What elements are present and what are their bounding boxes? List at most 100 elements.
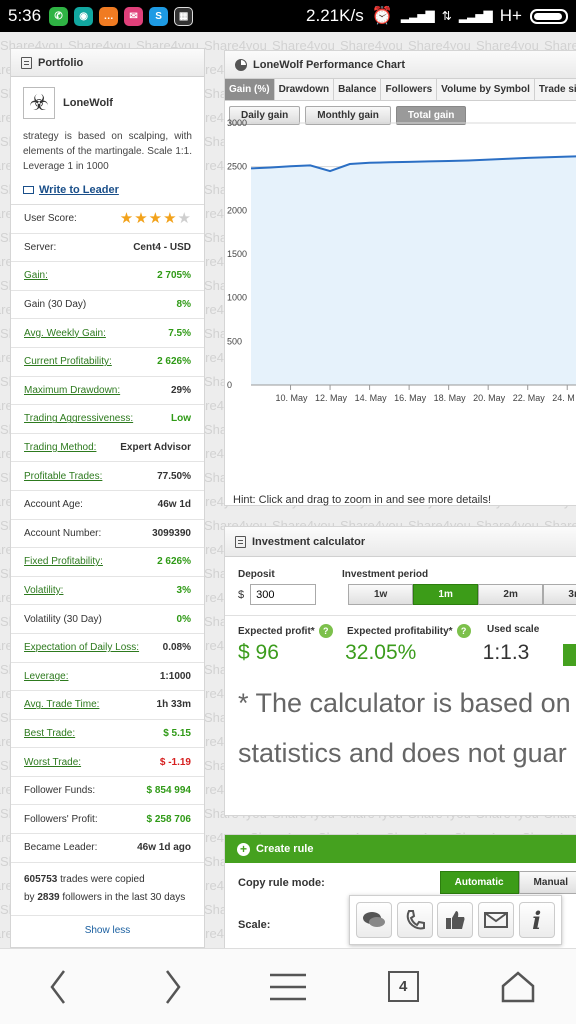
stat-label[interactable]: Trading Method: bbox=[24, 442, 96, 453]
stat-label[interactable]: Gain: bbox=[24, 270, 48, 281]
chevron-right-icon bbox=[165, 969, 181, 1004]
tab-count: 4 bbox=[387, 971, 419, 1002]
stat-row: Server: Cent4 - USD bbox=[11, 234, 204, 263]
currency-symbol: $ bbox=[238, 588, 245, 601]
stat-label[interactable]: Expectation of Daily Loss: bbox=[24, 642, 139, 653]
status-time: 5:36 bbox=[8, 6, 42, 25]
email-icon bbox=[484, 912, 509, 928]
menu-button[interactable] bbox=[263, 962, 313, 1012]
info-button[interactable]: i bbox=[518, 902, 555, 938]
pie-chart-icon bbox=[235, 58, 247, 71]
copy-mode-selector: Automatic Manual bbox=[439, 871, 576, 894]
copy-mode-option[interactable]: Automatic bbox=[439, 871, 519, 894]
area-fill bbox=[251, 156, 576, 385]
stat-row: Follower Funds: $ 854 994 bbox=[11, 777, 204, 806]
stat-row: Volatility (30 Day) 0% bbox=[11, 605, 204, 634]
x-tick-label: 24. M bbox=[552, 393, 575, 403]
stat-label[interactable]: Avg. Trade Time: bbox=[24, 699, 99, 710]
stat-label[interactable]: Best Trade: bbox=[24, 728, 75, 739]
period-option[interactable]: 1m bbox=[413, 584, 479, 605]
stat-row: Profitable Trades: 77.50% bbox=[11, 462, 204, 491]
x-tick-label: 10. May bbox=[276, 393, 309, 403]
tabs-button[interactable]: 4 bbox=[378, 962, 428, 1012]
call-button[interactable] bbox=[396, 902, 433, 938]
followers-count: 2839 bbox=[37, 891, 60, 903]
stat-row: Trading Method: Expert Advisor bbox=[11, 434, 204, 463]
x-tick-label: 20. May bbox=[473, 393, 506, 403]
expected-profit-value: $ 96 bbox=[238, 641, 279, 664]
hamburger-menu-icon bbox=[269, 973, 306, 1000]
stat-row: Avg. Trade Time: 1h 33m bbox=[11, 691, 204, 720]
chart-tab[interactable]: Drawdown bbox=[275, 79, 335, 100]
email-button[interactable] bbox=[478, 902, 515, 938]
trades-copied-count: 605753 bbox=[24, 873, 58, 885]
stat-value: $ -1.19 bbox=[159, 756, 191, 768]
chart-tab[interactable]: Gain (%) bbox=[225, 79, 275, 100]
star-icon: ★ bbox=[119, 210, 134, 228]
portfolio-title: Portfolio bbox=[38, 56, 84, 69]
stat-row: Became Leader: 46w 1d ago bbox=[11, 834, 204, 863]
store-notification-icon: ✉ bbox=[124, 6, 144, 26]
stat-label[interactable]: Avg. Weekly Gain: bbox=[24, 328, 106, 339]
stat-row: Worst Trade: $ -1.19 bbox=[11, 748, 204, 777]
whatsapp-icon: ✆ bbox=[49, 6, 69, 26]
home-button[interactable] bbox=[493, 962, 543, 1012]
help-icon[interactable]: ? bbox=[456, 624, 471, 638]
period-option[interactable]: 1w bbox=[348, 584, 414, 605]
stat-label[interactable]: Maximum Drawdown: bbox=[24, 385, 120, 396]
create-rule-header[interactable]: + Create rule bbox=[225, 835, 576, 863]
chat-button[interactable] bbox=[356, 902, 393, 938]
stat-label[interactable]: Current Profitability: bbox=[24, 356, 112, 367]
stat-label: Became Leader: bbox=[24, 842, 98, 854]
show-less-link[interactable]: Show less bbox=[11, 916, 204, 945]
period-option[interactable]: 2m bbox=[478, 584, 544, 605]
copy-mode-row: Copy rule mode: Automatic Manual bbox=[225, 863, 576, 894]
user-score-row: User Score: ★ ★ ★ ★ ★ bbox=[11, 205, 204, 234]
signal-icon: ▂▃▅▇ bbox=[400, 9, 435, 23]
x-tick-label: 14. May bbox=[355, 393, 388, 403]
stat-label[interactable]: Leverage: bbox=[24, 671, 68, 682]
stat-value: 77.50% bbox=[157, 470, 191, 482]
chart-tab[interactable]: Followers bbox=[381, 79, 438, 100]
investment-calculator-panel: Investment calculator Deposit Investment… bbox=[224, 526, 576, 816]
stat-value: Low bbox=[171, 413, 191, 425]
calculator-header: Investment calculator bbox=[225, 527, 576, 557]
help-icon[interactable]: ? bbox=[318, 624, 333, 638]
plus-icon: + bbox=[237, 842, 250, 856]
star-icon: ★ bbox=[177, 210, 191, 228]
portfolio-icon bbox=[21, 56, 32, 69]
stat-row: Followers' Profit: $ 258 706 bbox=[11, 805, 204, 835]
stat-value: Cent4 - USD bbox=[133, 241, 191, 253]
stat-label[interactable]: Trading Aggressiveness: bbox=[24, 413, 133, 424]
chart-tab[interactable]: Volume by Symbol bbox=[437, 79, 535, 100]
forward-button[interactable] bbox=[148, 962, 198, 1012]
scale-label: Scale: bbox=[238, 919, 271, 931]
stat-label: Account Number: bbox=[24, 527, 102, 539]
stat-label[interactable]: Fixed Profitability: bbox=[24, 556, 103, 567]
deposit-input[interactable] bbox=[250, 584, 317, 605]
period-option[interactable]: 3m bbox=[543, 584, 576, 605]
stat-label: Server: bbox=[24, 241, 57, 253]
stat-row: Best Trade: $ 5.15 bbox=[11, 720, 204, 749]
gain-chart[interactable]: 0 500 1000 1500 2000 2500 3000 10. May 12. May 14… bbox=[225, 103, 576, 483]
chat-notification-icon: … bbox=[99, 6, 119, 26]
stat-label[interactable]: Worst Trade: bbox=[24, 757, 81, 768]
calculator-disclaimer: * The calculator is based on statistics … bbox=[225, 666, 576, 778]
chart-tab[interactable]: Trade size bbox=[535, 79, 576, 100]
write-to-leader-link[interactable]: Write to Leader bbox=[11, 178, 204, 204]
stat-value: 46w 1d ago bbox=[137, 842, 191, 854]
stat-row: Current Profitability: 2 626% bbox=[11, 348, 204, 377]
stat-value: 3% bbox=[176, 585, 191, 597]
followers-text: followers in the last 30 days bbox=[62, 891, 186, 903]
web-page[interactable]: Share4you Share4you Share4you Share4you Shar… bbox=[0, 32, 576, 948]
stat-row: Gain (30 Day) 8% bbox=[11, 291, 204, 320]
like-button[interactable] bbox=[437, 902, 474, 938]
back-button[interactable] bbox=[33, 962, 83, 1012]
star-icon: ★ bbox=[163, 210, 177, 228]
stat-label[interactable]: Profitable Trades: bbox=[24, 471, 102, 482]
stat-label: Volatility (30 Day) bbox=[24, 613, 102, 625]
copy-mode-option[interactable]: Manual bbox=[518, 871, 576, 894]
stat-label[interactable]: Volatility: bbox=[24, 585, 63, 596]
stat-label: Followers' Profit: bbox=[24, 813, 98, 825]
chart-tab[interactable]: Balance bbox=[334, 79, 382, 100]
